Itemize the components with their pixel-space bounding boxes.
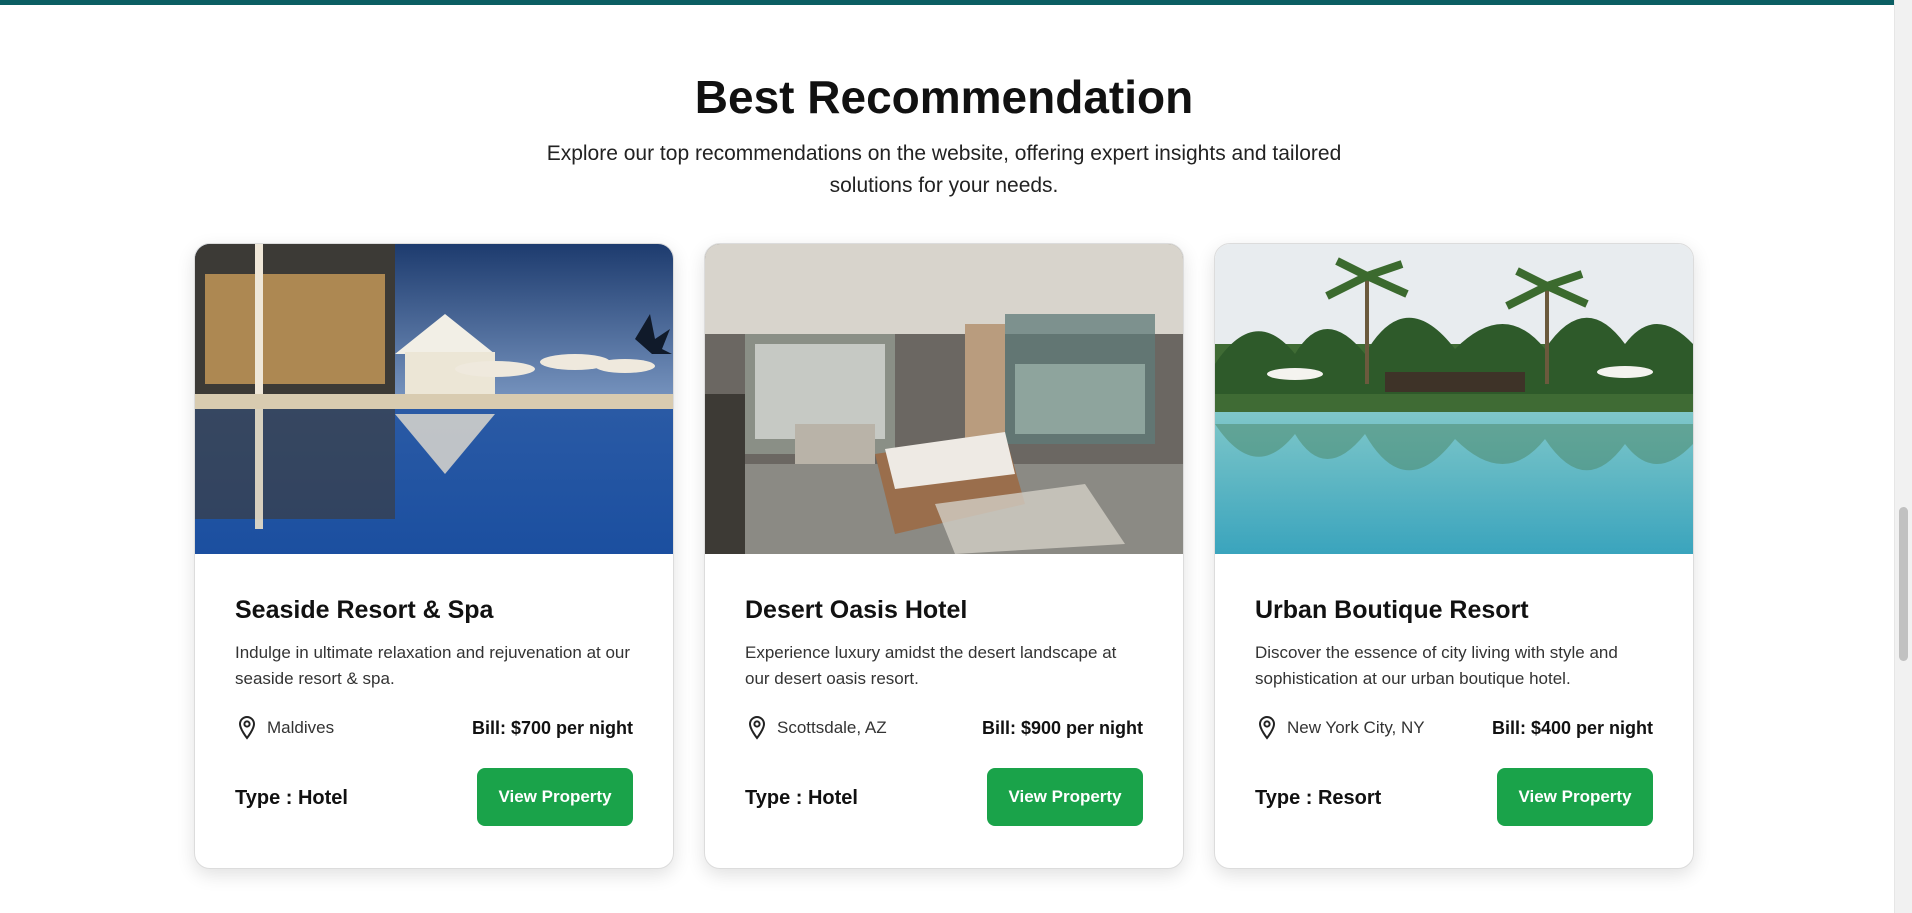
property-photo <box>705 244 1183 554</box>
page-scrollbar[interactable] <box>1894 0 1912 913</box>
property-type: Type : Hotel <box>745 787 858 809</box>
property-name: Urban Boutique Resort <box>1255 596 1529 624</box>
property-description: Discover the essence of city living with… <box>1255 643 1618 688</box>
property-type: Type : Resort <box>1255 787 1382 809</box>
section-title: Best Recommendation <box>694 71 1194 123</box>
property-location: Scottsdale, AZ <box>745 715 887 741</box>
property-photo <box>1215 244 1693 554</box>
property-card: Urban Boutique Resort Discover the essen… <box>1214 243 1694 869</box>
property-bill: Bill: $900 per night <box>981 718 1143 738</box>
location-text: Scottsdale, AZ <box>777 718 887 737</box>
map-pin-icon <box>748 715 766 740</box>
property-card: Desert Oasis Hotel Experience luxury ami… <box>704 243 1184 869</box>
map-pin-icon <box>238 715 256 740</box>
view-property-button[interactable]: View Property <box>477 768 633 826</box>
property-photo <box>195 244 673 554</box>
property-bill: Bill: $700 per night <box>471 718 633 738</box>
property-description: Experience luxury amidst the desert land… <box>745 643 1117 688</box>
location-text: Maldives <box>267 718 335 737</box>
property-type: Type : Hotel <box>235 787 348 809</box>
top-accent-bar <box>0 0 1895 5</box>
property-name: Seaside Resort & Spa <box>235 596 494 624</box>
property-bill: Bill: $400 per night <box>1491 718 1653 738</box>
map-pin-icon <box>1258 715 1276 740</box>
view-property-button[interactable]: View Property <box>987 768 1143 826</box>
scrollbar-thumb[interactable] <box>1899 507 1908 661</box>
property-location: Maldives <box>235 715 334 741</box>
view-property-button[interactable]: View Property <box>1497 768 1653 826</box>
property-location: New York City, NY <box>1255 715 1425 741</box>
section-subtitle: Explore our top recommendations on the w… <box>546 142 1342 197</box>
property-name: Desert Oasis Hotel <box>745 596 968 624</box>
location-text: New York City, NY <box>1287 718 1425 737</box>
property-description: Indulge in ultimate relaxation and rejuv… <box>235 643 631 688</box>
property-card: Seaside Resort & Spa Indulge in ultimate… <box>194 243 674 869</box>
